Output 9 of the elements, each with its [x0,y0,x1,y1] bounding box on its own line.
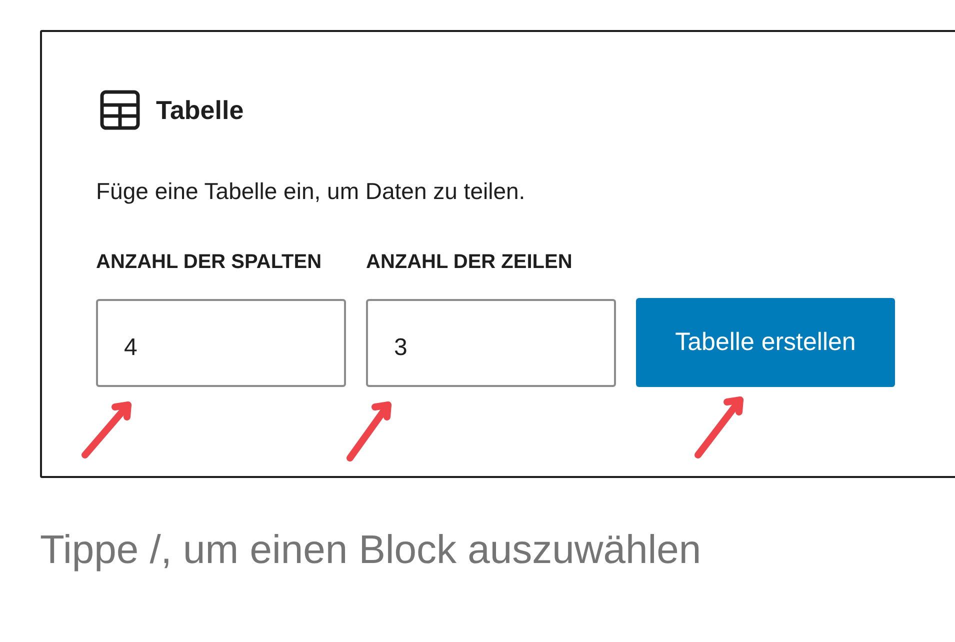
create-table-button[interactable]: Tabelle erstellen [636,298,895,387]
block-title: Tabelle [156,94,244,126]
number-field[interactable]: 3 [366,299,616,387]
field-label: ANZAHL DER SPALTEN [96,250,323,275]
number-field[interactable]: 4 [96,299,346,387]
field-label: ANZAHL DER ZEILEN [366,250,574,275]
block-description: Füge eine Tabelle ein, um Daten zu teilen. [96,178,526,205]
table-icon [100,90,140,130]
block-prompt: Tippe /, um einen Block auszuwählen [40,528,702,573]
